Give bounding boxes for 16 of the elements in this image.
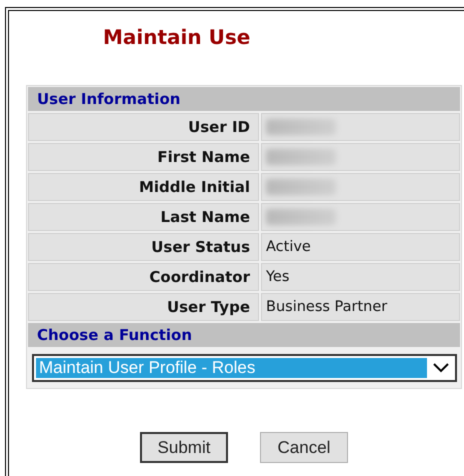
field-label: Last Name: [28, 203, 259, 231]
field-value: Yes: [266, 269, 290, 285]
field-label: User Status: [28, 233, 259, 261]
form-button[interactable]: Submit: [140, 432, 228, 463]
field-label: Middle Initial: [28, 173, 259, 201]
section-header: User Information: [28, 87, 460, 111]
page-title: Maintain Use: [102, 24, 252, 51]
form-button[interactable]: Cancel: [260, 432, 348, 463]
field-label: Coordinator: [28, 263, 259, 291]
field-label: User ID: [28, 113, 259, 141]
field-value: Business Partner: [266, 299, 388, 315]
section-header: Choose a Function: [28, 323, 460, 347]
field-value: Active: [266, 239, 311, 255]
field-label: First Name: [28, 143, 259, 171]
chevron-down-icon: [433, 363, 449, 373]
field-label: User Type: [28, 293, 259, 321]
